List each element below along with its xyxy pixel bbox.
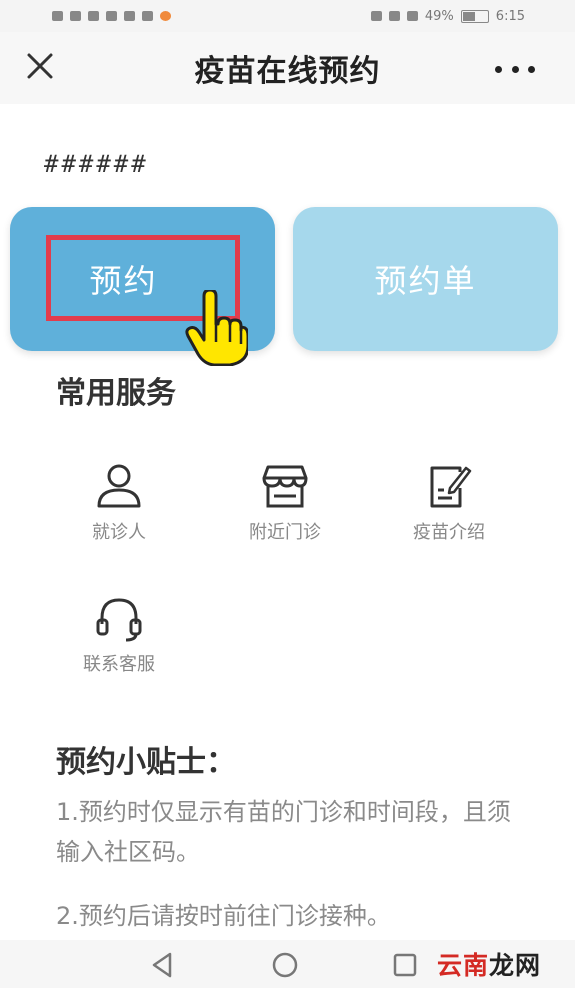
service-nearby-clinic[interactable]: 附近门诊	[210, 462, 360, 544]
more-dot	[495, 65, 502, 73]
masked-text: ######	[44, 150, 149, 178]
watermark-part1: 云南	[436, 951, 489, 980]
alarm-icon	[406, 11, 418, 21]
watermark-logo: 云南龙网	[437, 946, 541, 982]
close-icon[interactable]	[24, 50, 56, 82]
battery-icon	[460, 9, 489, 23]
book-card-label: 预约	[89, 262, 158, 300]
signal-icon	[70, 11, 81, 21]
appointment-list-card-button[interactable]: 预约单	[293, 207, 558, 351]
app-icon	[124, 11, 135, 21]
wifi-icon	[88, 11, 99, 21]
tip-item: 2.预约后请按时前往门诊接种。	[56, 902, 391, 930]
service-label: 联系客服	[83, 654, 155, 675]
home-nav-icon[interactable]	[268, 948, 302, 982]
more-dot	[511, 65, 519, 73]
service-label: 附近门诊	[249, 522, 321, 543]
service-vaccine-intro[interactable]: 疫苗介绍	[374, 462, 524, 544]
page-title: 疫苗在线预约	[194, 54, 381, 89]
header: 疫苗在线预约	[0, 32, 575, 104]
store-icon	[262, 465, 308, 508]
appointment-list-label: 预约单	[374, 262, 477, 300]
recent-apps-nav-icon[interactable]	[388, 948, 422, 982]
nfc-icon	[388, 11, 400, 21]
notification-icon	[106, 11, 117, 21]
status-left-icons	[52, 11, 171, 21]
service-label: 就诊人	[92, 522, 146, 543]
headset-icon	[96, 598, 142, 642]
pointing-hand-icon	[185, 290, 248, 366]
tip-item: 1.预约时仅显示有苗的门诊和时间段，且须输入社区码。	[56, 798, 511, 866]
service-label: 疫苗介绍	[413, 522, 485, 543]
battery-percent: 49%	[424, 8, 454, 24]
navigation-bar: 云南龙网	[0, 940, 575, 988]
watermark-part2: 龙网	[488, 951, 541, 980]
status-bar: 49% 6:15	[0, 0, 575, 32]
document-edit-icon	[430, 466, 472, 508]
user-app-icon	[160, 11, 171, 21]
back-nav-icon[interactable]	[146, 948, 180, 982]
more-menu-icon[interactable]	[495, 54, 535, 84]
service-patient[interactable]: 就诊人	[44, 462, 194, 544]
shield-icon	[142, 11, 153, 21]
person-icon	[97, 464, 141, 508]
status-right-icons: 49% 6:15	[370, 8, 525, 24]
service-customer-support[interactable]: 联系客服	[44, 594, 194, 676]
sim-icon	[52, 11, 63, 21]
status-time: 6:15	[495, 8, 525, 24]
eye-icon	[370, 11, 382, 21]
more-dot	[528, 65, 535, 73]
services-title: 常用服务	[56, 376, 176, 411]
tips-title: 预约小贴士：	[56, 745, 236, 780]
